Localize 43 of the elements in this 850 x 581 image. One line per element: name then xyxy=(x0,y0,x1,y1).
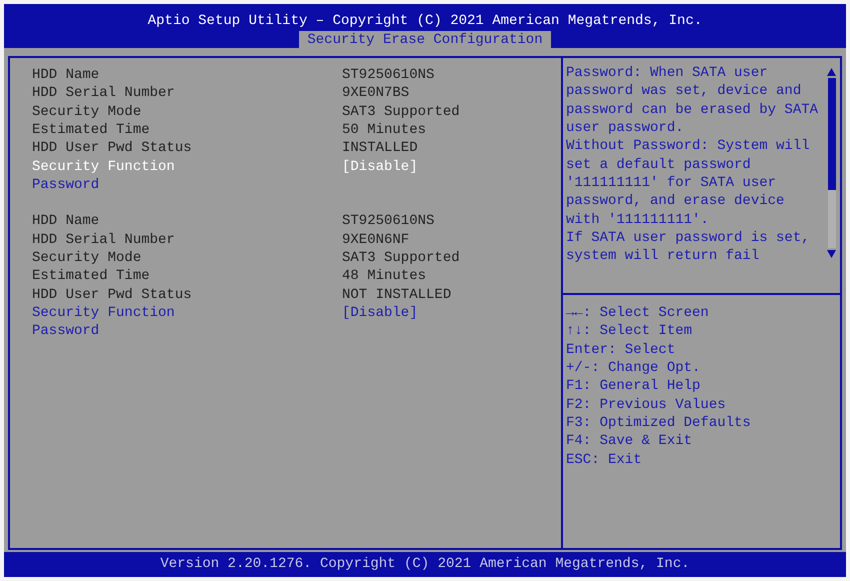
setting-value: ST9250610NS xyxy=(342,212,434,231)
setting-label: HDD User Pwd Status xyxy=(32,139,193,158)
setting-label[interactable]: Password xyxy=(32,322,342,341)
setting-value: 48 Minutes xyxy=(342,267,426,286)
window-title: Aptio Setup Utility – Copyright (C) 2021 American Megatrends, Inc. xyxy=(148,12,702,30)
help-text: Without Password: System will set a default password '111111111' for SATA user password, and erase device with '111111111'. xyxy=(566,137,811,230)
scroll-up-icon[interactable] xyxy=(827,68,836,76)
version-text: Version 2.20.1276. Copyright (C) 2021 American Megatrends, Inc. xyxy=(160,555,690,574)
setting-value: 9XE0N6NF xyxy=(342,230,410,250)
key-hint: F2: Previous Values xyxy=(566,396,727,414)
setting-label: Security Mode xyxy=(32,102,142,122)
setting-value: ST9250610NS xyxy=(342,66,434,84)
setting-label: Security Mode xyxy=(32,249,142,268)
setting-value: NOT INSTALLED xyxy=(342,286,452,304)
scroll-down-icon[interactable] xyxy=(827,250,836,258)
setting-value: INSTALLED xyxy=(342,139,418,158)
setting-value: 50 Minutes xyxy=(342,121,426,140)
key-hint: →←: Select Screen xyxy=(566,304,710,322)
scrollbar[interactable] xyxy=(828,78,836,248)
setting-value[interactable]: [Disable] xyxy=(342,304,418,322)
setting-label: HDD User Pwd Status xyxy=(32,286,193,304)
setting-label: HDD Serial Number xyxy=(32,230,176,250)
setting-label[interactable]: Password xyxy=(32,176,342,194)
key-hint: +/-: Change Opt. xyxy=(566,359,702,378)
key-hint: ESC: Exit xyxy=(566,450,643,470)
key-hint: ↑↓: Select Item xyxy=(566,322,694,341)
setting-value[interactable]: [Disable] xyxy=(342,158,418,176)
setting-label: HDD Serial Number xyxy=(32,84,176,103)
help-text: Password: When SATA user password was set, device and password can be erased by SATA user password. xyxy=(566,64,818,138)
setting-label: Estimated Time xyxy=(32,121,151,140)
key-hint: F3: Optimized Defaults xyxy=(566,414,752,432)
setting-value: 9XE0N7BS xyxy=(342,84,410,103)
key-hint: F4: Save & Exit xyxy=(566,432,694,451)
setting-value: SAT3 Supported xyxy=(342,249,460,268)
setting-label: HDD Name xyxy=(32,66,100,84)
key-hint: F1: General Help xyxy=(566,377,702,396)
setting-label[interactable]: Security Function xyxy=(32,304,342,322)
key-hint: Enter: Select xyxy=(566,340,676,360)
setting-label: HDD Name xyxy=(32,212,100,231)
help-text: If SATA user password is set, system will return fail xyxy=(566,229,811,266)
setting-value: SAT3 Supported xyxy=(342,102,460,122)
setting-label: Estimated Time xyxy=(32,267,151,286)
setting-label[interactable]: Security Function xyxy=(32,158,342,176)
